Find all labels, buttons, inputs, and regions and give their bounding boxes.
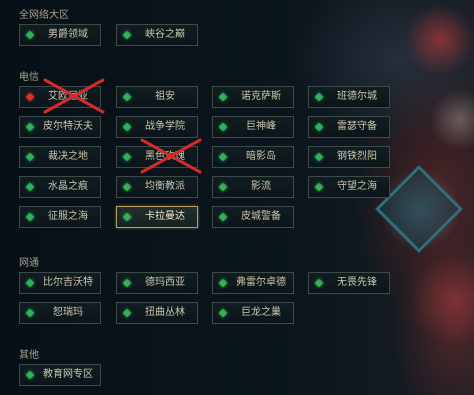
- server-name: 无畏先锋: [337, 277, 377, 288]
- cross-out-mark: [140, 138, 202, 174]
- status-indicator-icon: [314, 182, 324, 192]
- server-name: 扭曲丛林: [145, 307, 185, 318]
- status-indicator-icon: [314, 278, 324, 288]
- server-button[interactable]: 暗影岛: [212, 146, 294, 168]
- section-label-netcom: 网通: [19, 258, 39, 269]
- server-name: 教育网专区: [43, 369, 93, 380]
- status-indicator-icon: [122, 278, 132, 288]
- status-indicator-icon: [122, 212, 132, 222]
- server-name: 守望之海: [337, 181, 377, 192]
- server-name: 水晶之痕: [48, 181, 88, 192]
- status-indicator-icon: [25, 182, 35, 192]
- status-indicator-icon: [25, 152, 35, 162]
- cross-out-mark: [43, 78, 105, 114]
- server-name: 比尔吉沃特: [43, 277, 93, 288]
- section-label-all-network: 全网络大区: [19, 10, 69, 21]
- server-button[interactable]: 皮尔特沃夫: [19, 116, 101, 138]
- status-indicator-icon: [25, 278, 35, 288]
- server-button[interactable]: 恕瑞玛: [19, 302, 101, 324]
- server-button[interactable]: 诺克萨斯: [212, 86, 294, 108]
- status-indicator-icon: [122, 308, 132, 318]
- server-button[interactable]: 影流: [212, 176, 294, 198]
- status-indicator-icon: [218, 212, 228, 222]
- server-name: 弗雷尔卓德: [236, 277, 286, 288]
- status-indicator-icon: [314, 92, 324, 102]
- status-indicator-icon: [25, 370, 35, 380]
- status-indicator-icon: [122, 92, 132, 102]
- server-button[interactable]: 雷瑟守备: [308, 116, 390, 138]
- status-indicator-icon: [122, 152, 132, 162]
- server-button[interactable]: 男爵领域: [19, 24, 101, 46]
- server-name: 峡谷之巅: [145, 29, 185, 40]
- server-button[interactable]: 教育网专区: [19, 364, 101, 386]
- server-button[interactable]: 无畏先锋: [308, 272, 390, 294]
- server-name: 暗影岛: [246, 151, 276, 162]
- status-indicator-icon: [25, 122, 35, 132]
- server-button[interactable]: 峡谷之巅: [116, 24, 198, 46]
- server-name: 均衡教派: [145, 181, 185, 192]
- status-indicator-icon: [314, 122, 324, 132]
- server-button[interactable]: 巨神峰: [212, 116, 294, 138]
- status-indicator-icon: [25, 308, 35, 318]
- server-button[interactable]: 弗雷尔卓德: [212, 272, 294, 294]
- server-button[interactable]: 皮城警备: [212, 206, 294, 228]
- status-indicator-icon: [25, 30, 35, 40]
- status-indicator-icon: [25, 92, 35, 102]
- status-indicator-icon: [25, 212, 35, 222]
- status-indicator-icon: [218, 308, 228, 318]
- server-name: 征服之海: [48, 211, 88, 222]
- server-button[interactable]: 水晶之痕: [19, 176, 101, 198]
- status-indicator-icon: [122, 182, 132, 192]
- server-button[interactable]: 班德尔城: [308, 86, 390, 108]
- server-button[interactable]: 巨龙之巢: [212, 302, 294, 324]
- server-button[interactable]: 均衡教派: [116, 176, 198, 198]
- server-button[interactable]: 扭曲丛林: [116, 302, 198, 324]
- server-name: 皮尔特沃夫: [43, 121, 93, 132]
- server-name: 皮城警备: [241, 211, 281, 222]
- server-name: 影流: [251, 181, 271, 192]
- status-indicator-icon: [122, 122, 132, 132]
- server-name: 诺克萨斯: [241, 91, 281, 102]
- section-label-other: 其他: [19, 350, 39, 361]
- status-indicator-icon: [218, 92, 228, 102]
- server-name: 男爵领域: [48, 29, 88, 40]
- server-name: 巨龙之巢: [241, 307, 281, 318]
- server-button[interactable]: 守望之海: [308, 176, 390, 198]
- server-name: 恕瑞玛: [53, 307, 83, 318]
- server-name: 班德尔城: [337, 91, 377, 102]
- server-name: 战争学院: [145, 121, 185, 132]
- server-name: 雷瑟守备: [337, 121, 377, 132]
- server-button[interactable]: 比尔吉沃特: [19, 272, 101, 294]
- server-button[interactable]: 裁决之地: [19, 146, 101, 168]
- status-indicator-icon: [314, 152, 324, 162]
- status-indicator-icon: [218, 278, 228, 288]
- server-name: 德玛西亚: [145, 277, 185, 288]
- server-button[interactable]: 战争学院: [116, 116, 198, 138]
- server-button[interactable]: 祖安: [116, 86, 198, 108]
- server-name: 巨神峰: [246, 121, 276, 132]
- server-button[interactable]: 卡拉曼达: [116, 206, 198, 228]
- server-name: 钢铁烈阳: [337, 151, 377, 162]
- server-button[interactable]: 德玛西亚: [116, 272, 198, 294]
- server-button[interactable]: 钢铁烈阳: [308, 146, 390, 168]
- section-label-telecom: 电信: [19, 72, 39, 83]
- status-indicator-icon: [218, 122, 228, 132]
- status-indicator-icon: [122, 30, 132, 40]
- status-indicator-icon: [218, 182, 228, 192]
- server-button[interactable]: 征服之海: [19, 206, 101, 228]
- server-name: 卡拉曼达: [145, 211, 185, 222]
- server-name: 祖安: [155, 91, 175, 102]
- server-name: 裁决之地: [48, 151, 88, 162]
- status-indicator-icon: [218, 152, 228, 162]
